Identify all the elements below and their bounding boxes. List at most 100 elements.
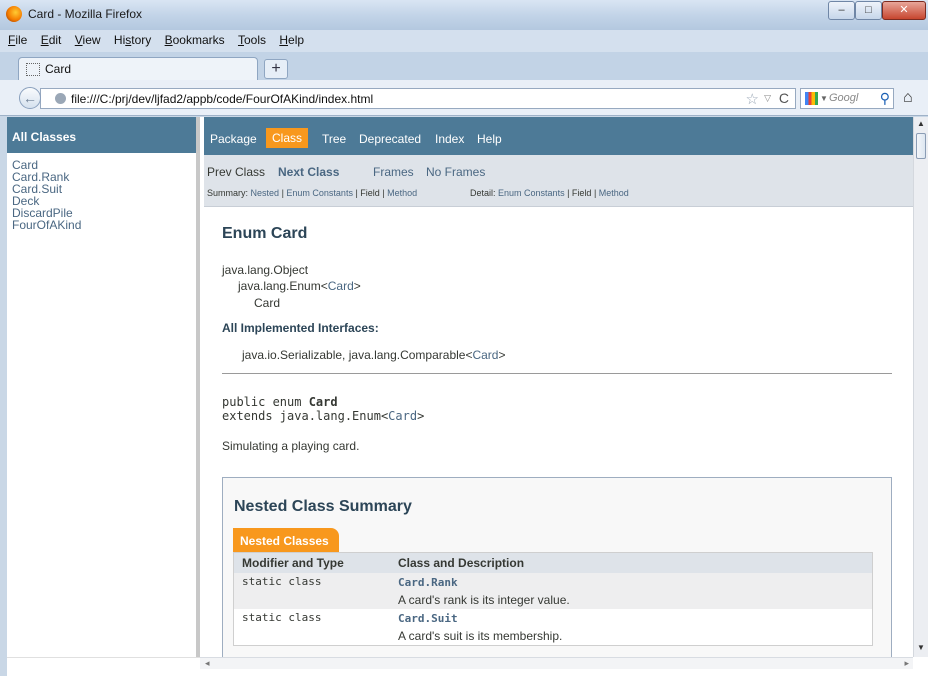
summary-label: Summary:	[207, 188, 249, 198]
firefox-logo-icon	[6, 6, 22, 22]
hierarchy-object: java.lang.Object	[222, 263, 309, 277]
menu-history[interactable]: History	[112, 30, 153, 50]
table-row: static class Card.Rank	[233, 573, 873, 591]
declaration-line-2: extends java.lang.Enum<Card>	[222, 409, 424, 423]
tab-strip: Card +	[0, 52, 928, 80]
summary-nav: Summary: Nested | Enum Constants | Field…	[207, 188, 417, 198]
detail-field: Field	[571, 188, 592, 198]
class-link-card-suit[interactable]: Card.Suit	[12, 183, 196, 195]
table-header-row: Modifier and Type Class and Description	[233, 552, 873, 573]
no-frames-link[interactable]: No Frames	[426, 165, 485, 179]
declaration-extends: extends java.lang.Enum<	[222, 409, 389, 423]
prev-class-label: Prev Class	[207, 165, 266, 179]
bookmark-star-icon[interactable]: ☆	[746, 90, 759, 108]
page-content: All Classes Card Card.Rank Card.Suit Dec…	[7, 117, 928, 676]
scroll-right-icon[interactable]: ▸	[904, 658, 909, 669]
tab-card[interactable]: Card	[18, 57, 258, 80]
declaration-card-link[interactable]: Card	[388, 409, 417, 423]
summary-field: Field	[360, 188, 380, 198]
scroll-left-icon[interactable]: ◂	[205, 658, 210, 669]
row-empty	[233, 591, 390, 609]
search-input[interactable]: Googl	[829, 92, 858, 104]
separator: |	[591, 188, 599, 198]
menu-view[interactable]: View	[73, 30, 103, 50]
scrollbar-thumb[interactable]	[916, 133, 926, 159]
hierarchy-enum-suffix: >	[353, 279, 361, 293]
vertical-scrollbar[interactable]: ▲ ▼	[913, 117, 928, 657]
url-history-dropdown-icon[interactable]: ▽	[764, 93, 771, 104]
close-button[interactable]: ✕	[882, 1, 926, 20]
nav-tree[interactable]: Tree	[322, 132, 346, 146]
detail-nav: Detail: Enum Constants | Field | Method	[470, 188, 629, 198]
row-class: Card.Suit	[390, 609, 873, 627]
all-classes-frame: All Classes Card Card.Rank Card.Suit Dec…	[7, 117, 200, 657]
home-icon[interactable]: ⌂	[903, 89, 913, 107]
nav-class-active: Class	[266, 128, 309, 148]
frames-link[interactable]: Frames	[373, 165, 414, 179]
interfaces-prefix: java.io.Serializable, java.lang.Comparab…	[242, 348, 473, 362]
nav-package[interactable]: Package	[210, 132, 257, 146]
new-tab-button[interactable]: +	[264, 59, 288, 79]
hierarchy-card-link[interactable]: Card	[328, 279, 354, 293]
interfaces-card-link[interactable]: Card	[472, 348, 498, 362]
class-list: Card Card.Rank Card.Suit Deck DiscardPil…	[7, 159, 196, 231]
menu-edit[interactable]: Edit	[39, 30, 64, 50]
reload-icon[interactable]: C	[779, 90, 789, 106]
page-favicon-icon	[26, 63, 40, 76]
table-row-desc: A card's suit is its membership.	[234, 627, 873, 646]
nav-index[interactable]: Index	[435, 132, 464, 146]
column-header-modifier: Modifier and Type	[233, 552, 390, 573]
menu-bookmarks[interactable]: Bookmarks	[163, 30, 227, 50]
nav-help[interactable]: Help	[477, 132, 502, 146]
back-button[interactable]: ←	[19, 87, 41, 109]
search-icon[interactable]: ⚲	[880, 90, 890, 107]
window-title: Card - Mozilla Firefox	[28, 7, 143, 21]
declaration-keywords: public enum	[222, 395, 309, 409]
summary-method-link[interactable]: Method	[387, 188, 417, 198]
url-text[interactable]: file:///C:/prj/dev/ljfad2/appb/code/Four…	[71, 92, 373, 106]
menu-help[interactable]: Help	[277, 30, 306, 50]
row-modifier: static class	[233, 573, 390, 591]
search-engine-dropdown-icon[interactable]: ▼	[820, 94, 828, 103]
search-box[interactable]: ▼ Googl ⚲	[800, 88, 894, 109]
menu-file[interactable]: File	[6, 30, 29, 50]
maximize-button[interactable]: □	[855, 1, 882, 20]
declaration-suffix: >	[417, 409, 425, 423]
menu-tools[interactable]: Tools	[236, 30, 268, 50]
column-header-class: Class and Description	[390, 552, 873, 573]
summary-nested-link[interactable]: Nested	[251, 188, 280, 198]
detail-enum-constants-link[interactable]: Enum Constants	[498, 188, 565, 198]
scroll-up-icon[interactable]: ▲	[917, 119, 925, 128]
scroll-down-icon[interactable]: ▼	[917, 643, 925, 652]
interfaces-list: java.io.Serializable, java.lang.Comparab…	[242, 348, 506, 362]
next-class-link[interactable]: Next Class	[278, 165, 339, 179]
menu-bar: File Edit View History Bookmarks Tools H…	[0, 30, 928, 52]
detail-label: Detail:	[470, 188, 496, 198]
row-empty	[234, 627, 391, 646]
nested-classes-caption: Nested Classes	[233, 528, 339, 552]
nested-class-link-suit[interactable]: Card.Suit	[398, 612, 458, 625]
minimize-button[interactable]: –	[828, 1, 855, 20]
row-description: A card's suit is its membership.	[398, 629, 563, 643]
nested-class-link-rank[interactable]: Card.Rank	[398, 576, 458, 589]
left-frame-bottom	[7, 657, 200, 669]
class-description: Simulating a playing card.	[222, 439, 360, 453]
declaration-line-1: public enum Card	[222, 395, 338, 409]
nav-deprecated[interactable]: Deprecated	[359, 132, 421, 146]
horizontal-scrollbar[interactable]: ◂ ▸	[200, 657, 913, 669]
site-identity-icon[interactable]	[55, 93, 66, 104]
hierarchy-enum: java.lang.Enum<Card>	[238, 279, 361, 293]
google-engine-icon[interactable]	[805, 92, 818, 105]
detail-method-link[interactable]: Method	[599, 188, 629, 198]
tab-label: Card	[45, 62, 72, 76]
summary-enum-constants-link[interactable]: Enum Constants	[286, 188, 353, 198]
navigation-bar: file:///C:/prj/dev/ljfad2/appb/code/Four…	[0, 80, 928, 116]
all-classes-heading: All Classes	[7, 117, 196, 153]
top-nav-bar: Package Class Tree Deprecated Index Help	[204, 117, 913, 155]
class-doc-frame: Package Class Tree Deprecated Index Help…	[204, 117, 913, 657]
interfaces-suffix: >	[498, 348, 506, 362]
url-bar[interactable]: file:///C:/prj/dev/ljfad2/appb/code/Four…	[40, 88, 796, 109]
class-link-fourofakind[interactable]: FourOfAKind	[12, 219, 196, 231]
sub-nav-bar: Prev Class Next Class Frames No Frames S…	[204, 155, 913, 207]
nested-classes-table: Modifier and Type Class and Description …	[233, 552, 873, 646]
